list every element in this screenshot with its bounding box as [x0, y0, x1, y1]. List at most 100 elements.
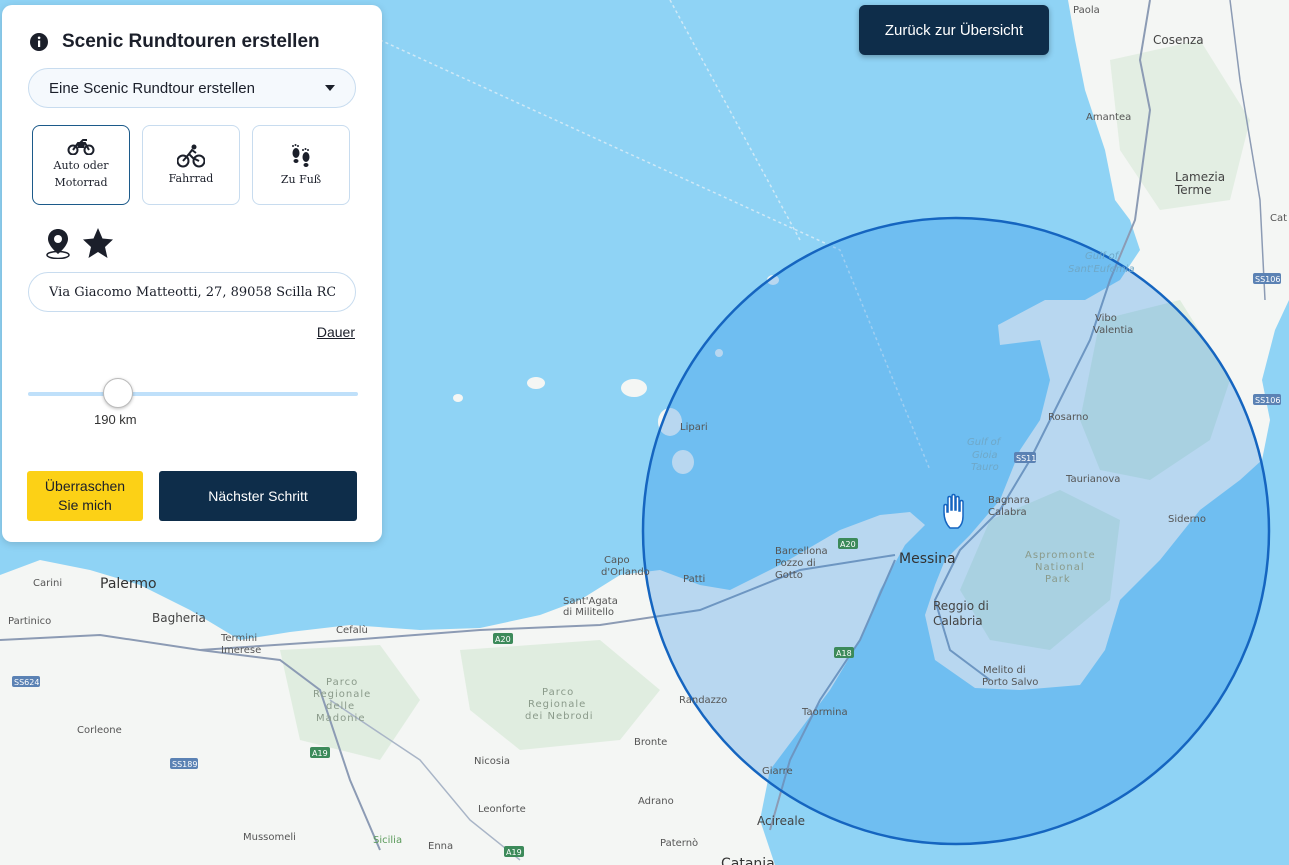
distance-slider-track[interactable] [28, 392, 358, 396]
place-label: Acireale [757, 814, 805, 828]
mode-bicycle[interactable]: Fahrrad [142, 125, 240, 205]
park-label: Park [1045, 574, 1071, 585]
place-label: Paternò [660, 837, 698, 849]
park-label: Parco [542, 687, 574, 698]
star-icon[interactable] [82, 227, 114, 259]
road-shield: SS106 [1255, 275, 1280, 284]
park-label: Regionale [528, 699, 586, 710]
place-label: Siderno [1168, 514, 1206, 525]
place-label: Rosarno [1048, 412, 1088, 423]
place-label: Adrano [638, 796, 674, 807]
place-label: Partinico [8, 616, 51, 627]
surprise-me-button[interactable]: Überraschen Sie mich [27, 471, 143, 521]
location-pin-icon[interactable] [44, 227, 72, 259]
distance-value: 190 km [94, 412, 137, 427]
road-shield: SS106 [1255, 396, 1280, 405]
place-label: Giarre [762, 766, 793, 777]
footprints-icon [292, 143, 310, 167]
mode-label: Fahrrad [168, 171, 214, 185]
place-label: Lamezia [1175, 170, 1225, 184]
sea-label: Tauro [971, 462, 999, 473]
place-label: Leonforte [478, 804, 526, 815]
road-shield: A19 [312, 749, 328, 758]
place-label: Bagnara [988, 495, 1030, 506]
distance-slider-thumb[interactable] [103, 378, 133, 408]
place-label: Enna [428, 841, 453, 852]
place-label: Lipari [680, 422, 708, 433]
road-shield: A20 [840, 540, 856, 549]
place-label: Corleone [77, 725, 122, 736]
place-label: Vibo [1095, 313, 1117, 324]
sea-label: Gulf of [1085, 251, 1120, 262]
place-label: Randazzo [679, 695, 727, 706]
place-label: Calabra [988, 507, 1027, 518]
road-shield: A20 [495, 635, 511, 644]
place-label: Bagheria [152, 611, 206, 625]
road-shield: A18 [836, 649, 852, 658]
place-label: Porto Salvo [982, 677, 1038, 688]
park-label: Parco [326, 677, 358, 688]
place-label: Imerese [221, 645, 261, 656]
place-label: di Militello [563, 607, 614, 618]
place-label: Taormina [801, 707, 848, 718]
radius-circle [641, 216, 1271, 846]
info-icon[interactable] [30, 33, 48, 51]
place-label: Catania [721, 856, 775, 865]
place-label: Taurianova [1065, 474, 1120, 485]
panel-title: Scenic Rundtouren erstellen [62, 31, 320, 52]
next-step-button[interactable]: Nächster Schritt [159, 471, 357, 521]
place-label: Termini [220, 633, 257, 644]
motorcycle-icon [67, 139, 95, 155]
place-label: Calabria [933, 614, 983, 628]
panel-header: Scenic Rundtouren erstellen [30, 31, 320, 53]
park-label: Madonie [316, 713, 366, 724]
place-label: Barcellona [775, 546, 828, 557]
place-label: Terme [1174, 183, 1211, 197]
road-shield: SS11 [1016, 454, 1036, 463]
address-input[interactable] [28, 272, 356, 312]
duration-link[interactable]: Dauer [317, 324, 355, 340]
place-label: Carini [33, 578, 62, 589]
place-label: Cosenza [1153, 33, 1204, 47]
place-label: Valentia [1093, 325, 1133, 336]
place-label: Cefalù [336, 624, 368, 636]
road-shield: SS189 [172, 760, 197, 769]
back-to-overview-button[interactable]: Zurück zur Übersicht [859, 5, 1049, 55]
bicycle-icon [177, 144, 205, 167]
park-label: Regionale [313, 689, 371, 700]
tour-type-select[interactable]: Eine Scenic Rundtour erstellen [28, 68, 356, 108]
park-label: National [1035, 562, 1085, 573]
road-shield: A19 [506, 848, 522, 857]
place-label: Melito di [983, 665, 1026, 676]
place-label: Gotto [775, 570, 803, 581]
place-label: Amantea [1086, 112, 1131, 123]
place-label: Patti [683, 574, 705, 585]
sea-label: Gulf of [967, 437, 1002, 448]
park-label: delle [326, 701, 355, 712]
place-label: Mussomeli [243, 832, 296, 843]
place-label: Cat [1270, 213, 1287, 224]
mode-car-motorbike[interactable]: Auto oder Motorrad [32, 125, 130, 205]
place-label: Messina [899, 551, 956, 567]
park-label: Aspromonte [1025, 550, 1096, 561]
place-label: Reggio di [933, 599, 989, 613]
sea-label: Sant'Eufemia [1068, 264, 1134, 275]
park-label: dei Nebrodi [525, 711, 594, 722]
mode-label: Auto oder Motorrad [53, 159, 109, 189]
place-label: Sicilia [373, 835, 402, 846]
tour-panel: Scenic Rundtouren erstellen Eine Scenic … [2, 5, 382, 542]
chevron-down-icon [325, 85, 335, 91]
place-label: d'Orlando [601, 567, 650, 578]
place-label: Paola [1073, 5, 1100, 16]
start-options [44, 227, 114, 259]
sea-label: Gioia [972, 450, 998, 461]
place-label: Pozzo di [775, 558, 816, 569]
place-label: Sant'Agata [563, 596, 618, 607]
place-label: Nicosia [474, 756, 510, 767]
mode-walking[interactable]: Zu Fuß [252, 125, 350, 205]
mode-label: Zu Fuß [280, 172, 322, 186]
place-label: Bronte [634, 737, 667, 748]
road-shield: SS624 [14, 678, 39, 687]
place-label: Capo [604, 555, 630, 566]
tour-type-value: Eine Scenic Rundtour erstellen [49, 79, 255, 97]
